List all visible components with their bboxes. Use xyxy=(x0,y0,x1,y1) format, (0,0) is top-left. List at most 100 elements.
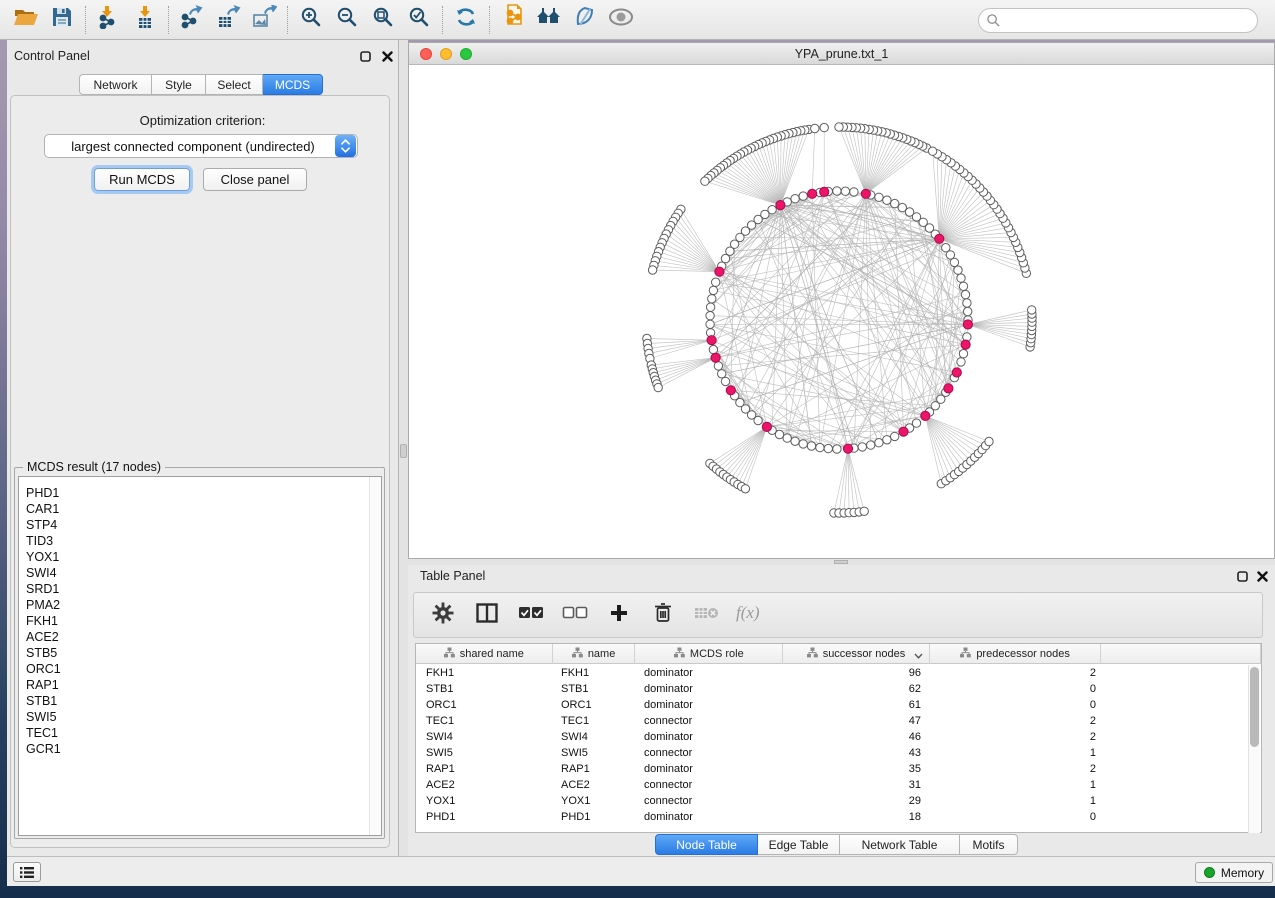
tab-node-table[interactable]: Node Table xyxy=(655,834,758,855)
float-panel-icon[interactable] xyxy=(359,50,372,63)
mcds-result-item[interactable]: TID3 xyxy=(19,533,381,549)
close-panel-icon[interactable] xyxy=(381,50,394,63)
table-row[interactable]: STB1STB1dominator620 xyxy=(416,681,1261,697)
import-network-button[interactable] xyxy=(91,3,127,37)
zoom-selected-button[interactable] xyxy=(401,3,437,37)
table-row[interactable]: SWI5SWI5connector431 xyxy=(416,745,1261,761)
mcds-result-item[interactable]: PHD1 xyxy=(19,485,381,501)
table-row[interactable]: ORC1ORC1dominator610 xyxy=(416,697,1261,713)
open-session-button[interactable] xyxy=(8,3,44,37)
table-row[interactable]: SWI4SWI4dominator462 xyxy=(416,729,1261,745)
mcds-result-item[interactable]: RAP1 xyxy=(19,677,381,693)
cell-predecessor-nodes: 0 xyxy=(931,697,1096,713)
export-table-button[interactable] xyxy=(210,3,246,37)
memory-status-icon xyxy=(1204,867,1215,878)
table-scrollbar[interactable] xyxy=(1248,665,1260,833)
import-table-button[interactable] xyxy=(127,3,163,37)
table-row[interactable]: YOX1YOX1connector291 xyxy=(416,793,1261,809)
mcds-result-item[interactable]: STB5 xyxy=(19,645,381,661)
mcds-result-list[interactable]: PHD1CAR1STP4TID3YOX1SWI4SRD1PMA2FKH1ACE2… xyxy=(18,476,382,836)
tab-mcds[interactable]: MCDS xyxy=(263,74,323,95)
mcds-result-item[interactable]: GCR1 xyxy=(19,741,381,757)
table-row[interactable]: RAP1RAP1dominator352 xyxy=(416,761,1261,777)
close-panel-button[interactable]: Close panel xyxy=(203,168,307,191)
tab-edge-table[interactable]: Edge Table xyxy=(758,834,840,855)
mcds-result-item[interactable]: YOX1 xyxy=(19,549,381,565)
run-mcds-button[interactable]: Run MCDS xyxy=(94,168,190,191)
delete-column-button[interactable] xyxy=(648,598,678,632)
mcds-result-item[interactable]: SWI4 xyxy=(19,565,381,581)
mcds-result-item[interactable]: CAR1 xyxy=(19,501,381,517)
mcds-result-item[interactable]: SWI5 xyxy=(19,709,381,725)
cell-shared-name: ORC1 xyxy=(426,697,457,713)
tab-network[interactable]: Network xyxy=(79,74,152,95)
refresh-layout-button[interactable] xyxy=(448,3,484,37)
select-all-button[interactable] xyxy=(516,598,546,632)
tab-select[interactable]: Select xyxy=(206,74,263,95)
table-row[interactable]: TEC1TEC1connector472 xyxy=(416,713,1261,729)
cell-successor-nodes: 29 xyxy=(784,793,921,809)
tab-style[interactable]: Style xyxy=(152,74,206,95)
task-history-button[interactable] xyxy=(13,862,41,882)
horizontal-splitter-handle[interactable] xyxy=(834,560,848,564)
table-scrollbar-thumb[interactable] xyxy=(1250,667,1259,747)
vertical-splitter-handle[interactable] xyxy=(400,444,407,458)
mcds-result-item[interactable]: ACE2 xyxy=(19,629,381,645)
split-columns-button[interactable] xyxy=(472,598,502,632)
zoom-in-button[interactable] xyxy=(293,3,329,37)
optimization-criterion-label: Optimization criterion: xyxy=(7,113,398,128)
cell-shared-name: ACE2 xyxy=(426,777,455,793)
import-table-icon xyxy=(133,5,157,34)
table-row[interactable]: PHD1PHD1dominator180 xyxy=(416,809,1261,825)
gear-button[interactable] xyxy=(428,598,458,632)
cell-predecessor-nodes: 2 xyxy=(931,729,1096,745)
mcds-result-item[interactable]: TEC1 xyxy=(19,725,381,741)
add-column-icon xyxy=(609,603,629,628)
search-input[interactable] xyxy=(978,8,1258,33)
toolbar-separator xyxy=(85,6,86,34)
mcds-list-scrollbar[interactable] xyxy=(369,477,381,835)
network-canvas[interactable] xyxy=(409,65,1274,558)
zoom-fit-button[interactable] xyxy=(365,3,401,37)
share-session-button[interactable] xyxy=(495,3,531,37)
mcds-result-item[interactable]: PMA2 xyxy=(19,597,381,613)
cell-mcds-role: connector xyxy=(644,793,692,809)
tab-motifs[interactable]: Motifs xyxy=(960,834,1018,855)
table-row[interactable]: ACE2ACE2connector311 xyxy=(416,777,1261,793)
save-session-button[interactable] xyxy=(44,3,80,37)
birdseye-button[interactable] xyxy=(603,3,639,37)
table-row[interactable]: FKH1FKH1dominator962 xyxy=(416,665,1261,681)
optimization-select[interactable]: largest connected component (undirected) xyxy=(44,134,358,158)
export-image-button[interactable] xyxy=(246,3,282,37)
zoom-out-button[interactable] xyxy=(329,3,365,37)
network-graph[interactable] xyxy=(409,65,1274,558)
memory-button[interactable]: Memory xyxy=(1195,862,1273,883)
mcds-result-item[interactable]: SRD1 xyxy=(19,581,381,597)
column-header-predecessor-nodes[interactable]: predecessor nodes xyxy=(930,644,1102,664)
share-session-icon xyxy=(501,4,525,35)
float-table-panel-icon[interactable] xyxy=(1236,570,1249,583)
list-icon xyxy=(19,866,35,879)
tab-network-table[interactable]: Network Table xyxy=(840,834,960,855)
mcds-result-item[interactable]: FKH1 xyxy=(19,613,381,629)
mcds-result-item[interactable]: STB1 xyxy=(19,693,381,709)
mcds-result-item[interactable]: STP4 xyxy=(19,517,381,533)
vertical-splitter[interactable] xyxy=(399,40,408,856)
birdseye-icon xyxy=(608,8,634,31)
table-panel-title: Table Panel xyxy=(420,569,485,583)
close-table-panel-icon[interactable] xyxy=(1256,570,1269,583)
mcds-result-item[interactable]: ORC1 xyxy=(19,661,381,677)
column-header-successor-nodes[interactable]: successor nodes xyxy=(783,644,930,664)
deselect-all-button[interactable] xyxy=(560,598,590,632)
column-header-filler[interactable] xyxy=(1101,644,1261,664)
vision-button[interactable] xyxy=(567,3,603,37)
network-window-titlebar[interactable]: YPA_prune.txt_1 xyxy=(409,43,1274,65)
export-network-button[interactable] xyxy=(174,3,210,37)
cell-mcds-role: dominator xyxy=(644,761,693,777)
column-header-name[interactable]: name xyxy=(553,644,636,664)
home-button[interactable] xyxy=(531,3,567,37)
cell-mcds-role: connector xyxy=(644,745,692,761)
add-column-button[interactable] xyxy=(604,598,634,632)
column-header-shared-name[interactable]: shared name xyxy=(416,644,553,664)
column-header-MCDS-role[interactable]: MCDS role xyxy=(635,644,783,664)
